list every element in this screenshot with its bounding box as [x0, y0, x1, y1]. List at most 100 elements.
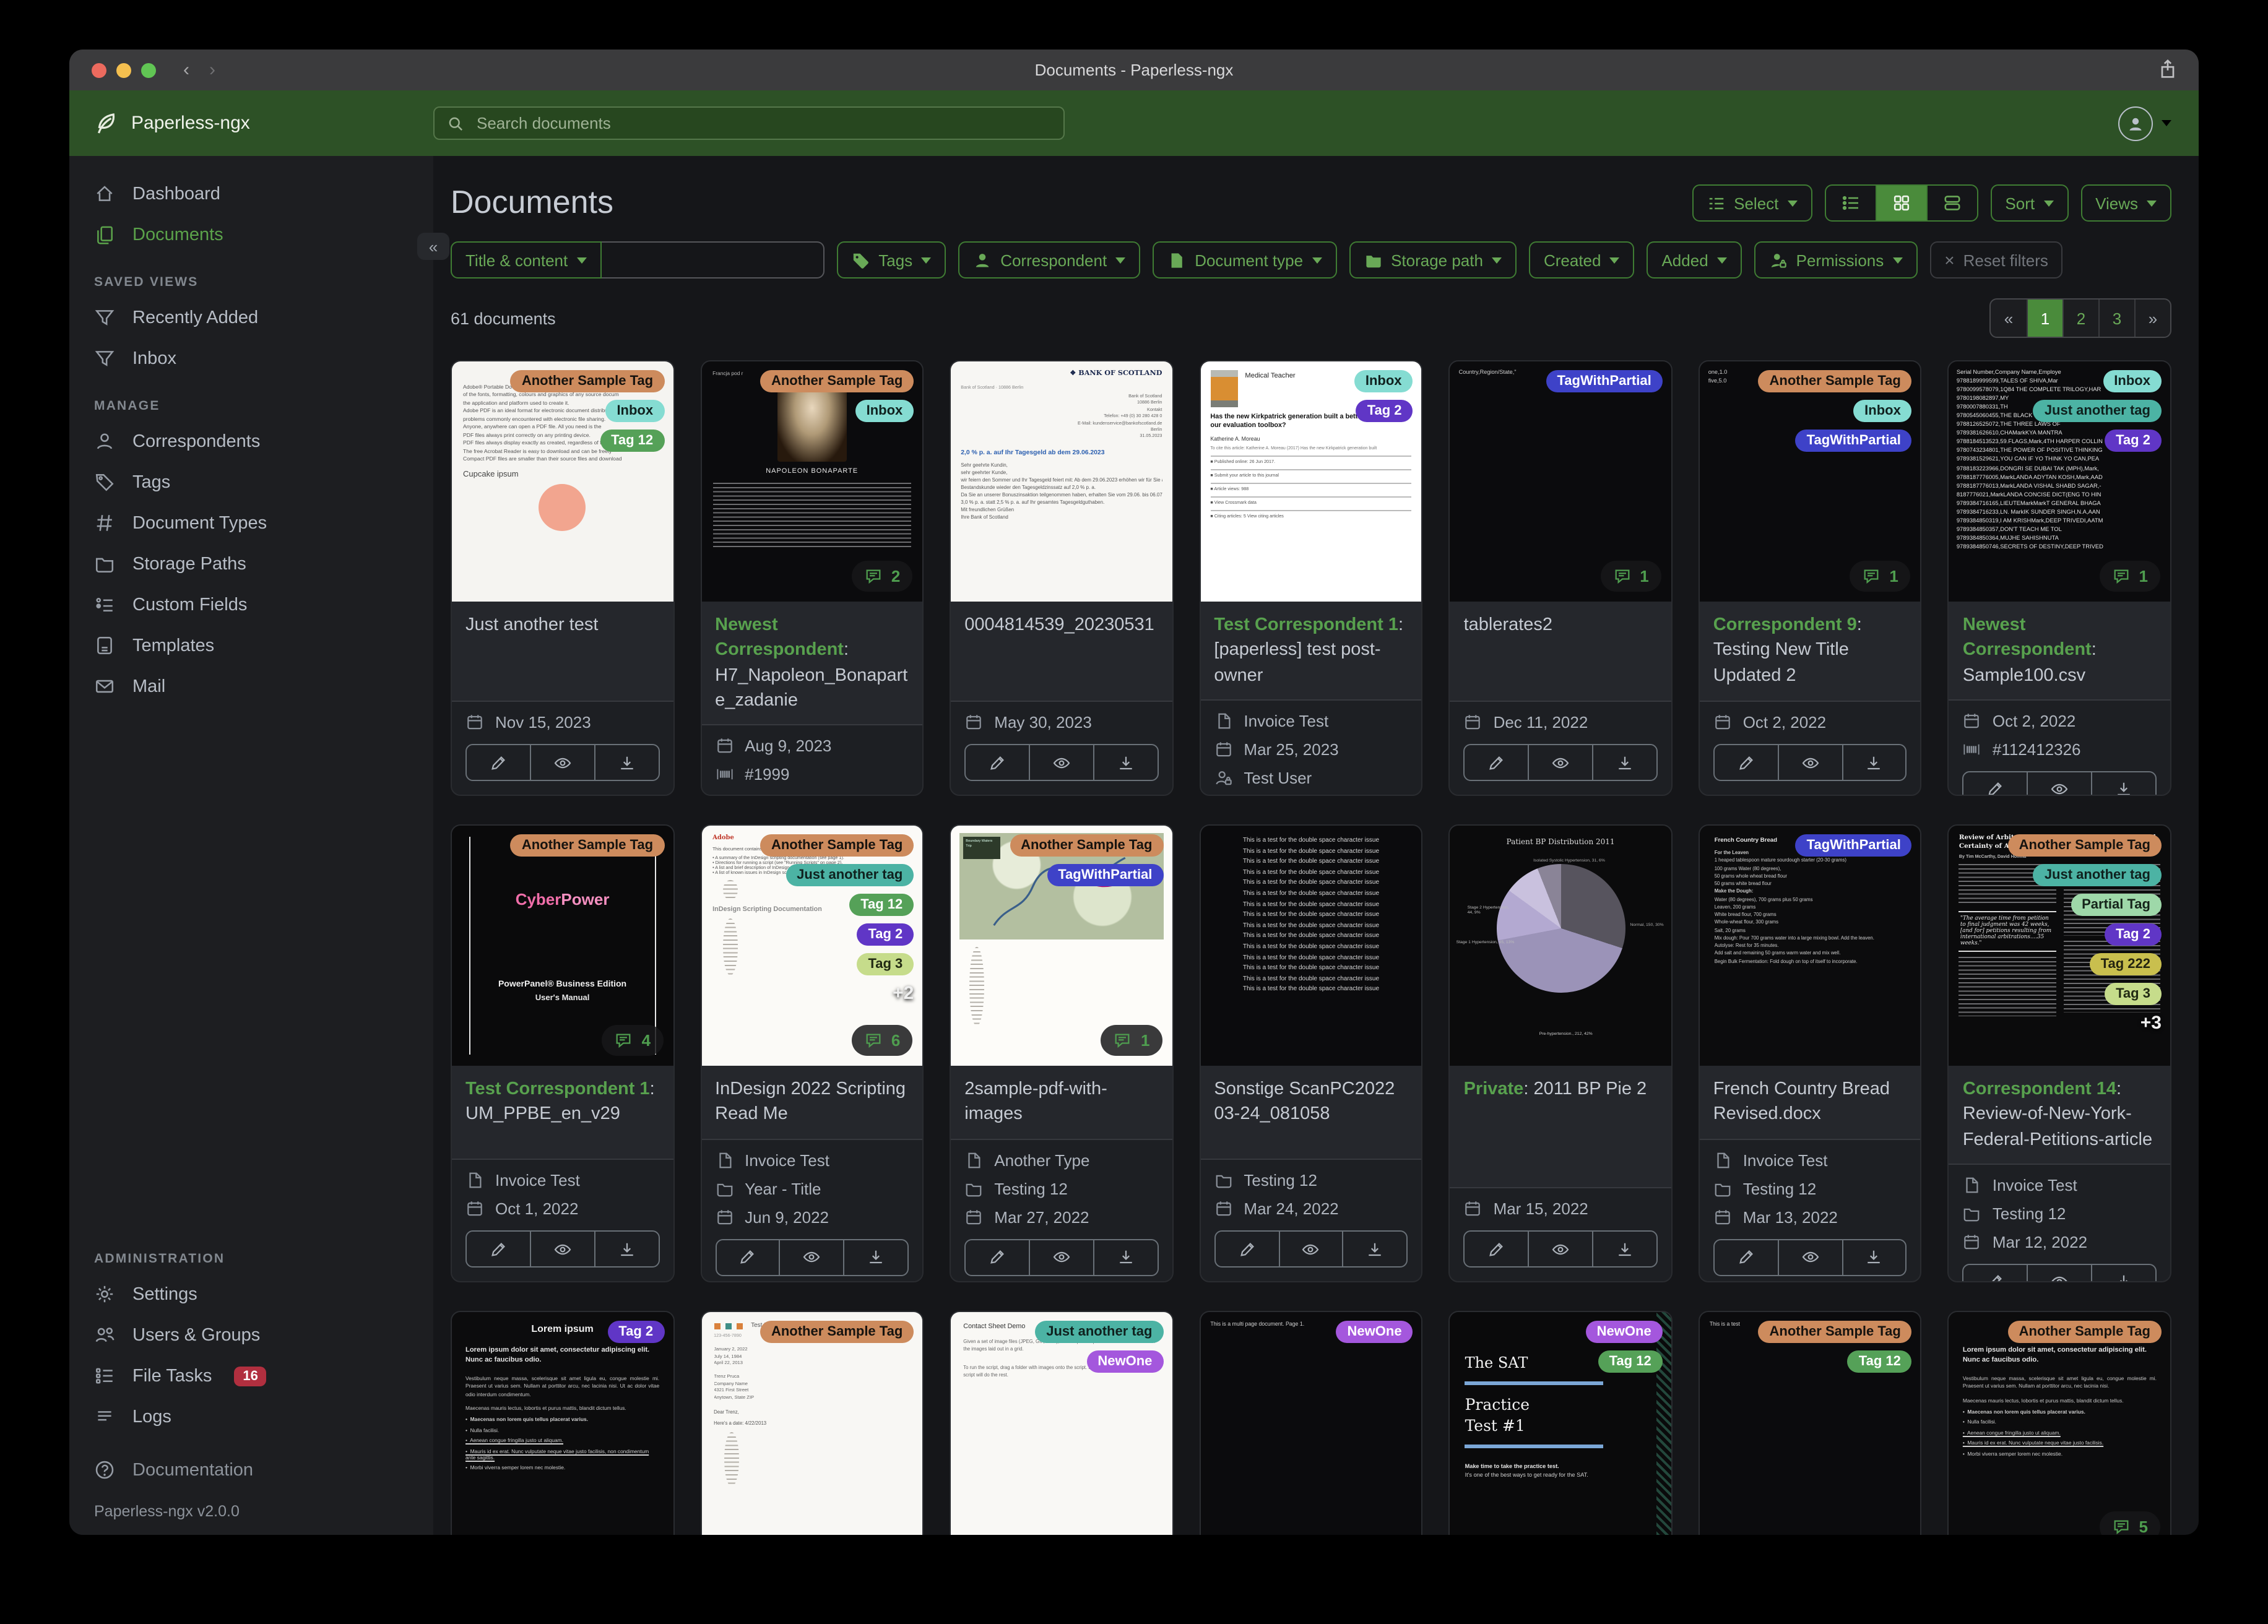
download-button[interactable] [2091, 1264, 2155, 1281]
sort-button[interactable]: Sort [1990, 184, 2069, 222]
sidebar-item-documentation[interactable]: Documentation [69, 1449, 433, 1490]
filter-permissions-button[interactable]: Permissions [1754, 241, 1918, 279]
tag-pill[interactable]: Inbox [1853, 400, 1912, 422]
edit-button[interactable] [1465, 1232, 1528, 1266]
document-card[interactable]: Medical Teacher Has the new Kirkpatrick g… [1199, 360, 1423, 796]
filter-tags-button[interactable]: Tags [836, 241, 946, 279]
document-thumbnail[interactable]: Test Name123-456-7890January 2, 2022July… [701, 1312, 923, 1535]
document-thumbnail[interactable]: Serial Number,Company Name,Employe 978818… [1949, 361, 2170, 602]
document-thumbnail[interactable]: Contact Sheet Demo Given a set of image f… [951, 1312, 1172, 1535]
sidebar-item-inbox[interactable]: Inbox [69, 338, 433, 379]
document-card[interactable]: Adobe Acrobat PDF FilesAdobe® Portable D… [451, 360, 675, 796]
pagination-page-1[interactable]: 1 [2027, 300, 2062, 337]
preview-button[interactable] [1777, 1240, 1842, 1275]
app-brand[interactable]: Paperless-ngx [69, 111, 433, 136]
view-list-button[interactable] [1825, 186, 1875, 220]
sidebar-item-logs[interactable]: Logs [69, 1396, 433, 1437]
tag-pill[interactable]: Another Sample Tag [2007, 834, 2162, 857]
document-title-block[interactable]: Correspondent 9: Testing New Title Updat… [1699, 602, 1921, 702]
edit-button[interactable] [1964, 772, 2027, 795]
pagination-next[interactable]: » [2134, 300, 2170, 337]
comments-badge[interactable]: 1 [1600, 561, 1661, 592]
tag-pill[interactable]: Another Sample Tag [2007, 1321, 2162, 1343]
tag-pill[interactable]: Just another tag [786, 864, 914, 886]
edit-button[interactable] [1964, 1265, 2027, 1281]
share-icon[interactable] [2157, 58, 2179, 80]
preview-button[interactable] [779, 1240, 844, 1275]
tag-pill[interactable]: Another Sample Tag [510, 370, 665, 392]
document-card[interactable]: French Country Bread For the Leaven 1 heap… [1698, 824, 1922, 1282]
tag-pill[interactable]: TagWithPartial [1795, 430, 1912, 452]
tag-pill[interactable]: Inbox [1354, 370, 1413, 392]
select-button[interactable]: Select [1692, 184, 1812, 222]
filter-storage-path-button[interactable]: Storage path [1349, 241, 1517, 279]
edit-button[interactable] [966, 1240, 1029, 1274]
tag-pill[interactable]: Inbox [2103, 370, 2162, 392]
edit-button[interactable] [966, 745, 1029, 780]
tag-pill[interactable]: Tag 12 [1598, 1350, 1663, 1373]
document-title-block[interactable]: 0004814539_20230531 [951, 602, 1172, 702]
download-button[interactable] [1342, 1232, 1407, 1266]
tag-pill[interactable]: NewOne [1585, 1321, 1663, 1343]
document-thumbnail[interactable]: This is a test for the double space char… [1200, 826, 1422, 1066]
document-thumbnail[interactable]: Lorem ipsumLorem ipsum dolor sit amet, c… [452, 1312, 673, 1535]
filter-document-type-button[interactable]: Document type [1153, 241, 1337, 279]
tag-pill[interactable]: Tag 12 [1847, 1350, 1912, 1373]
document-thumbnail[interactable]: This is a test Another Sample Tag Tag 12 [1699, 1312, 1921, 1535]
view-grid-button[interactable] [1875, 186, 1926, 220]
sidebar-item-document-types[interactable]: Document Types [69, 503, 433, 543]
edit-button[interactable] [467, 1232, 530, 1266]
tag-pill[interactable]: Tag 3 [857, 953, 914, 975]
download-button[interactable] [1842, 1240, 1906, 1275]
document-title-block[interactable]: Private: 2011 BP Pie 2 [1450, 1066, 1671, 1188]
tag-pill[interactable]: Tag 3 [2105, 983, 2162, 1005]
tag-pill[interactable]: Tag 2 [2105, 923, 2162, 946]
preview-button[interactable] [2027, 772, 2092, 795]
document-thumbnail[interactable]: CyberPower PowerPanel® Business Edition Us… [452, 826, 673, 1066]
document-title-block[interactable]: 2sample-pdf-with-images [951, 1066, 1172, 1140]
comments-badge[interactable]: 2 [851, 561, 913, 592]
edit-button[interactable] [1215, 1232, 1278, 1266]
pagination-prev[interactable]: « [1991, 300, 2027, 337]
document-card[interactable]: Lorem ipsumLorem ipsum dolor sit amet, c… [451, 1311, 675, 1535]
tag-pill[interactable]: Partial Tag [2071, 894, 2162, 916]
preview-button[interactable] [1777, 745, 1842, 780]
document-title-block[interactable]: Test Correspondent 1: [paperless] test p… [1200, 602, 1422, 701]
document-title-block[interactable]: Newest Correspondent: Sample100.csv [1949, 602, 2170, 701]
filter-added-button[interactable]: Added [1647, 241, 1742, 279]
search-box[interactable] [433, 106, 1065, 140]
document-title-block[interactable]: Test Correspondent 1: UM_PPBE_en_v29 [452, 1066, 673, 1160]
document-correspondent[interactable]: Test Correspondent 1 [1214, 615, 1398, 635]
edit-button[interactable] [467, 745, 530, 780]
edit-button[interactable] [1715, 1240, 1778, 1274]
document-thumbnail[interactable]: Medical Teacher Has the new Kirkpatrick g… [1200, 361, 1422, 602]
document-correspondent[interactable]: Newest Correspondent [1963, 615, 2092, 660]
document-card[interactable]: This is a test for the double space char… [1199, 824, 1423, 1282]
edit-button[interactable] [716, 1240, 779, 1274]
pagination-page-3[interactable]: 3 [2098, 300, 2134, 337]
document-card[interactable]: Boundary Waters Trip Another Sample Tag Ta… [950, 824, 1174, 1282]
comments-badge[interactable]: 6 [851, 1025, 913, 1056]
tag-pill[interactable]: Just another tag [1035, 1321, 1164, 1343]
sidebar-item-custom-fields[interactable]: Custom Fields [69, 584, 433, 625]
sidebar-item-mail[interactable]: Mail [69, 666, 433, 707]
search-input[interactable] [474, 113, 1051, 134]
document-card[interactable]: Serial Number,Company Name,Employe 978818… [1947, 360, 2171, 796]
download-button[interactable] [594, 1232, 658, 1266]
document-thumbnail[interactable]: Francja pod r NAPOLEON BONAPARTE Another S… [701, 361, 923, 602]
tag-pill[interactable]: TagWithPartial [1047, 864, 1164, 886]
document-thumbnail[interactable]: Adobe This document contains in • A summar… [701, 826, 923, 1066]
filter-correspondent-button[interactable]: Correspondent [958, 241, 1141, 279]
document-title-block[interactable]: Sonstige ScanPC2022 03-24_081058 [1200, 1066, 1422, 1160]
comments-badge[interactable]: 1 [2099, 561, 2160, 592]
sidebar-item-correspondents[interactable]: Correspondents [69, 421, 433, 462]
download-button[interactable] [843, 1240, 908, 1275]
download-button[interactable] [1093, 1240, 1158, 1275]
preview-button[interactable] [1278, 1232, 1343, 1266]
document-card[interactable]: one,1.0 five,5.0 Another Sample Tag Inbox Ta… [1698, 360, 1922, 796]
tag-pill[interactable]: Tag 2 [857, 923, 914, 946]
document-thumbnail[interactable]: Review of Arbitral Awards shows swift Re… [1949, 826, 2170, 1066]
tag-pill[interactable]: Tag 2 [1356, 400, 1413, 422]
sidebar-item-documents[interactable]: Documents [69, 214, 433, 255]
document-card[interactable]: Adobe This document contains in • A summar… [700, 824, 924, 1282]
